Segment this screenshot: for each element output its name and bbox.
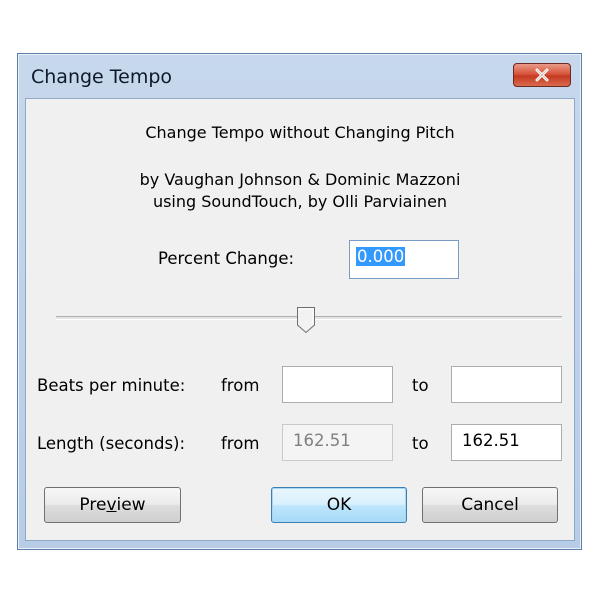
length-label: Length (seconds):: [37, 434, 186, 453]
cancel-button[interactable]: Cancel: [422, 487, 558, 523]
percent-change-value: 0.000: [356, 247, 406, 266]
length-from-label: from: [221, 434, 260, 453]
percent-change-label: Percent Change:: [158, 249, 295, 268]
preview-label: Preview: [79, 495, 146, 515]
length-to-input[interactable]: 162.51: [451, 424, 562, 461]
dialog-body: Change Tempo without Changing Pitch by V…: [25, 98, 575, 541]
close-button[interactable]: [513, 63, 571, 87]
window-title: Change Tempo: [31, 66, 173, 88]
bpm-to-label: to: [412, 376, 429, 395]
bpm-from-input[interactable]: [282, 366, 393, 403]
length-to-label: to: [412, 434, 429, 453]
ok-button[interactable]: OK: [271, 487, 407, 523]
credits-authors: by Vaughan Johnson & Dominic Mazzoni: [139, 170, 461, 189]
change-tempo-dialog: Change Tempo Change Tempo without Changi…: [17, 53, 582, 550]
credits-soundtouch: using SoundTouch, by Olli Parviainen: [152, 192, 448, 211]
slider-thumb-icon[interactable]: [296, 306, 316, 334]
bpm-from-label: from: [221, 376, 260, 395]
length-from-input: 162.51: [282, 424, 393, 461]
title-bar[interactable]: Change Tempo: [18, 54, 581, 98]
preview-button[interactable]: Preview: [44, 487, 181, 523]
bpm-to-input[interactable]: [451, 366, 562, 403]
bpm-label: Beats per minute:: [37, 376, 186, 395]
description-title: Change Tempo without Changing Pitch: [145, 123, 455, 142]
close-icon: [535, 68, 549, 82]
percent-change-input[interactable]: 0.000: [349, 240, 459, 279]
